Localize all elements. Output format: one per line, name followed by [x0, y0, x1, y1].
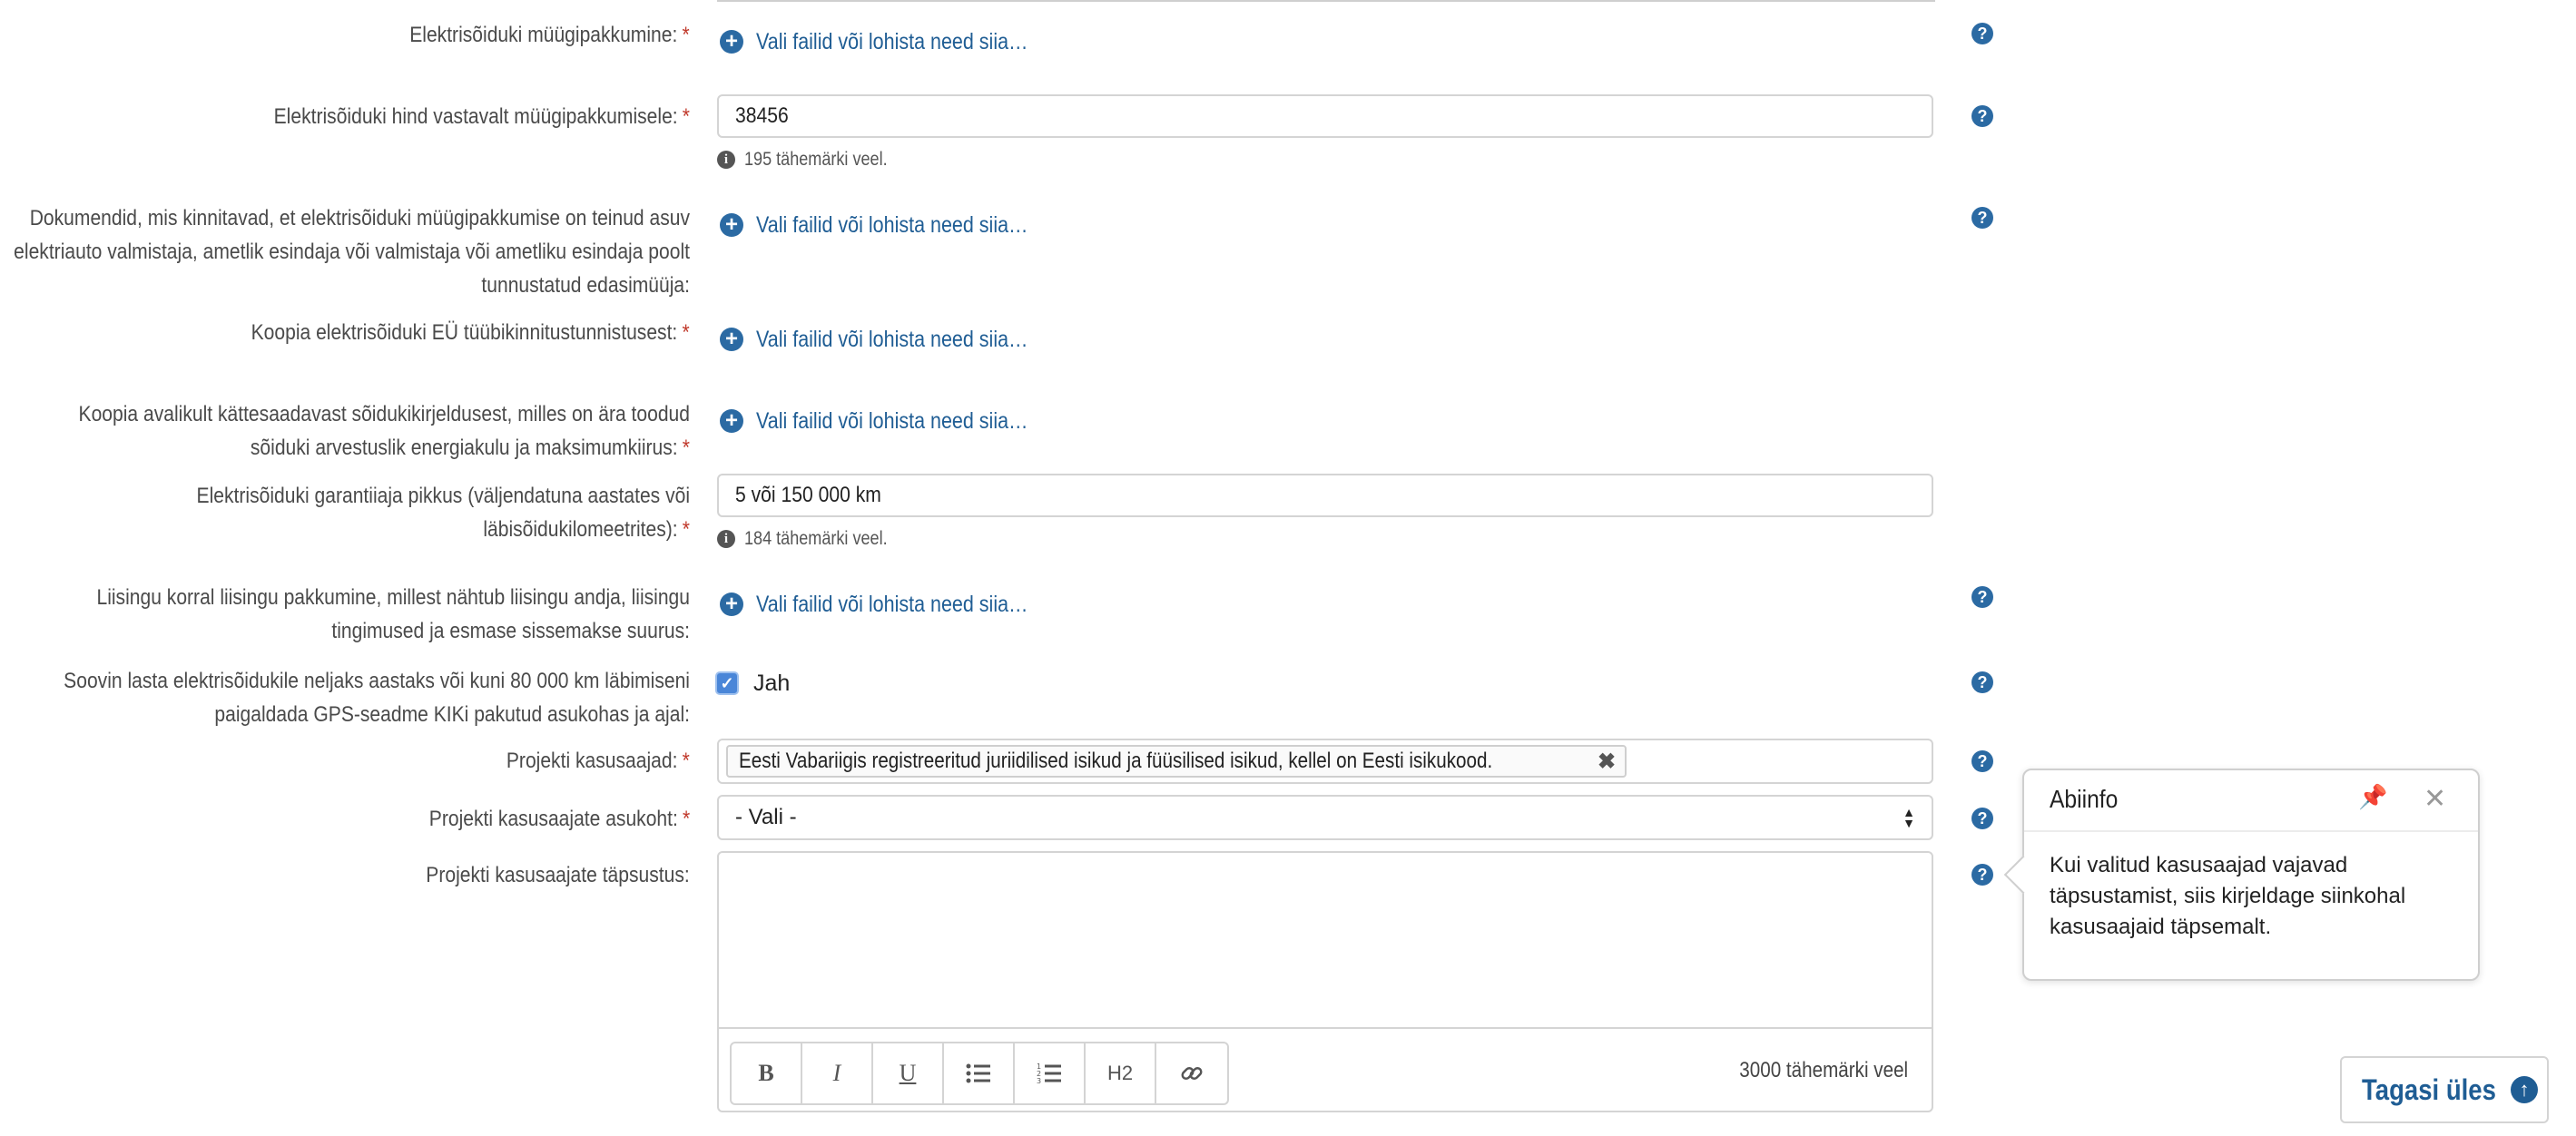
specification-editor: B I U 123 H2 3000 tähemärki veel: [717, 851, 1933, 1112]
popover-divider: [2024, 830, 2478, 832]
top-divider: [717, 0, 1935, 2]
link-icon: [1181, 1066, 1203, 1081]
specification-char-counter: 3000 tähemärki veel: [1739, 1058, 1908, 1082]
plus-circle-icon: +: [720, 328, 743, 351]
field-label-warranty: Elektrisõiduki garantiiaja pikkus (välje…: [196, 484, 691, 542]
help-icon[interactable]: ?: [1971, 671, 1993, 693]
field-label-type-approval: Koopia elektrisõiduki EÜ tüübikinnitustu…: [251, 320, 690, 345]
upload-vehicle-description[interactable]: + Vali failid või lohista need siia…: [720, 403, 1072, 439]
plus-circle-icon: +: [720, 592, 743, 616]
upload-leasing[interactable]: + Vali failid või lohista need siia…: [720, 586, 1072, 622]
editor-toolbar: B I U 123 H2: [730, 1042, 1229, 1105]
help-icon[interactable]: ?: [1971, 864, 1993, 886]
field-label-vehicle-description: Koopia avalikult kättesaadavast sõidukik…: [78, 402, 691, 460]
field-label-price: Elektrisõiduki hind vastavalt müügipakku…: [273, 104, 690, 129]
arrow-up-icon: ↑: [2510, 1076, 2538, 1103]
field-label-sale-offer: Elektrisõiduki müügipakkumine: *: [409, 23, 690, 47]
popover-body: Kui valitud kasusaajad vajavad täpsustam…: [2050, 853, 2406, 939]
numbered-list-button[interactable]: 123: [1015, 1043, 1086, 1103]
popover-arrow: [2003, 855, 2043, 895]
italic-button[interactable]: I: [802, 1043, 873, 1103]
bold-button[interactable]: B: [732, 1043, 802, 1103]
info-icon: i: [717, 530, 735, 548]
back-to-top-button[interactable]: Tagasi üles ↑: [2340, 1056, 2549, 1123]
location-select-value: - Vali -: [735, 805, 797, 829]
specification-textarea[interactable]: [719, 853, 1932, 1029]
help-icon[interactable]: ?: [1971, 207, 1993, 229]
bullet-list-button[interactable]: [944, 1043, 1015, 1103]
upload-type-approval[interactable]: + Vali failid või lohista need siia…: [720, 321, 1072, 357]
field-label-location: Projekti kasusaajate asukoht: *: [428, 807, 690, 831]
gps-checkbox[interactable]: ✓: [715, 671, 739, 695]
help-icon[interactable]: ?: [1971, 105, 1993, 127]
field-label-gps: Soovin lasta elektrisõidukile neljaks aa…: [64, 669, 691, 727]
field-label-specification: Projekti kasusaajate täpsustus:: [426, 863, 690, 887]
numbered-list-icon: 123: [1037, 1063, 1061, 1084]
popover-title: Abiinfo: [2050, 785, 2119, 813]
bullet-list-icon: [966, 1063, 990, 1083]
plus-circle-icon: +: [720, 213, 743, 237]
heading-button[interactable]: H2: [1086, 1043, 1156, 1103]
plus-circle-icon: +: [720, 30, 743, 54]
help-icon[interactable]: ?: [1971, 586, 1993, 608]
link-button[interactable]: [1156, 1043, 1227, 1103]
help-icon[interactable]: ?: [1971, 23, 1993, 44]
back-to-top-label: Tagasi üles: [2362, 1072, 2496, 1106]
location-select[interactable]: - Vali - ▲ ▼: [717, 795, 1933, 840]
plus-circle-icon: +: [720, 409, 743, 433]
help-popover: Abiinfo 📌 ✕ Kui valitud kasusaajad vajav…: [2003, 769, 2480, 981]
remove-tag-icon[interactable]: ✖: [1598, 749, 1616, 775]
svg-text:3: 3: [1037, 1077, 1041, 1084]
beneficiaries-multiselect[interactable]: Eesti Vabariigis registreeritud juriidil…: [717, 739, 1933, 784]
price-input[interactable]: 38456: [717, 94, 1933, 138]
field-label-documents: Dokumendid, mis kinnitavad, et elektrisõ…: [14, 206, 691, 298]
upload-sale-offer[interactable]: + Vali failid või lohista need siia…: [720, 24, 1072, 60]
close-icon[interactable]: ✕: [2424, 783, 2446, 815]
help-icon[interactable]: ?: [1971, 808, 1993, 829]
warranty-char-counter: i 184 tähemärki veel.: [717, 528, 910, 550]
field-label-beneficiaries: Projekti kasusaajad: *: [506, 749, 690, 773]
price-char-counter: i 195 tähemärki veel.: [717, 149, 910, 171]
select-arrows-icon: ▲ ▼: [1903, 805, 1915, 830]
help-icon[interactable]: ?: [1971, 750, 1993, 772]
upload-documents[interactable]: + Vali failid või lohista need siia…: [720, 207, 1072, 243]
underline-button[interactable]: U: [873, 1043, 944, 1103]
info-icon: i: [717, 151, 735, 169]
warranty-input[interactable]: 5 või 150 000 km: [717, 474, 1933, 517]
pin-icon[interactable]: 📌: [2358, 783, 2387, 811]
field-label-leasing: Liisingu korral liisingu pakkumine, mill…: [96, 585, 690, 643]
gps-checkbox-label[interactable]: Jah: [753, 666, 790, 700]
beneficiary-tag: Eesti Vabariigis registreeritud juriidil…: [726, 745, 1627, 778]
